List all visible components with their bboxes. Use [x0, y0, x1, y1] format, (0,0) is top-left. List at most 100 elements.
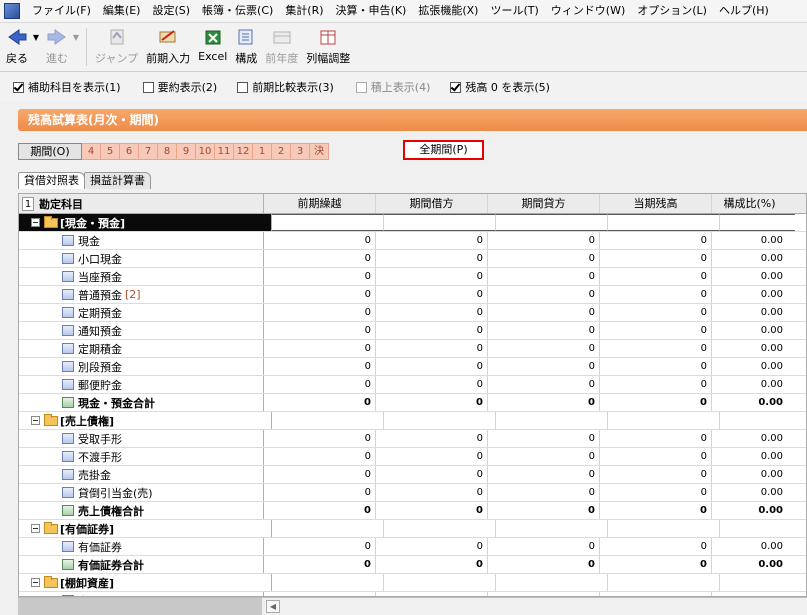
scroll-left-icon[interactable]: ◀	[266, 600, 280, 613]
table-row[interactable]: 不渡手形 0 0 0 0 0.00	[19, 448, 806, 466]
opening-balance-cell[interactable]: 0	[264, 322, 376, 339]
option-checkbox[interactable]: 要約表示(2)	[142, 79, 217, 95]
account-name-cell[interactable]: 普通預金 [2]	[19, 286, 264, 303]
period-debit-cell[interactable]: 0	[376, 250, 488, 267]
column-width-button[interactable]: 列幅調整	[302, 23, 354, 67]
forward-button[interactable]: 進む	[42, 23, 72, 67]
opening-balance-cell[interactable]: 0	[264, 304, 376, 321]
menu-item[interactable]: 拡張機能(X)	[412, 0, 484, 22]
period-credit-cell[interactable]: 0	[488, 430, 600, 447]
current-balance-cell[interactable]: 0	[600, 268, 712, 285]
option-checkbox[interactable]: 補助科目を表示(1)	[13, 79, 121, 95]
table-row[interactable]: 有価証券 0 0 0 0 0.00	[19, 538, 806, 556]
period-credit-cell[interactable]: 0	[488, 448, 600, 465]
period-credit-cell[interactable]: 0	[488, 322, 600, 339]
ratio-cell[interactable]: 0.00	[712, 556, 787, 573]
checkbox-checked-icon[interactable]	[13, 81, 24, 93]
current-balance-cell[interactable]: 0	[600, 430, 712, 447]
account-name-cell[interactable]: 通知預金	[19, 322, 264, 339]
checkbox-unchecked-icon[interactable]	[237, 81, 249, 93]
table-row[interactable]: 定期積金 0 0 0 0 0.00	[19, 340, 806, 358]
account-name-cell[interactable]: [棚卸資産]	[19, 574, 272, 591]
current-balance-cell[interactable]: 0	[600, 340, 712, 357]
period-debit-cell[interactable]	[384, 412, 496, 429]
ratio-cell[interactable]: 0.00	[712, 394, 787, 411]
period-credit-cell[interactable]: 0	[488, 484, 600, 501]
ratio-cell[interactable]: 0.00	[712, 484, 787, 501]
current-balance-cell[interactable]: 0	[600, 304, 712, 321]
current-balance-cell[interactable]: 0	[600, 358, 712, 375]
account-name-cell[interactable]: 貸倒引当金(売)	[19, 484, 264, 501]
period-credit-cell[interactable]: 0	[488, 250, 600, 267]
account-name-cell[interactable]: 郵便貯金	[19, 376, 264, 393]
opening-balance-cell[interactable]: 0	[264, 268, 376, 285]
account-name-cell[interactable]: 定期積金	[19, 340, 264, 357]
period-credit-cell[interactable]: 0	[488, 358, 600, 375]
column-index[interactable]: 1	[22, 196, 34, 211]
ratio-cell[interactable]: 0.00	[712, 466, 787, 483]
full-period-button[interactable]: 全期間(P)	[403, 140, 484, 160]
period-credit-cell[interactable]: 0	[488, 340, 600, 357]
period-credit-cell[interactable]: 0	[488, 304, 600, 321]
period-month[interactable]: 4	[82, 143, 101, 160]
period-credit-cell[interactable]: 0	[488, 466, 600, 483]
tab-balance-sheet[interactable]: 貸借対照表	[18, 172, 85, 189]
period-credit-cell[interactable]: 0	[488, 556, 600, 573]
current-balance-cell[interactable]: 0	[600, 448, 712, 465]
table-row[interactable]: 別段預金 0 0 0 0 0.00	[19, 358, 806, 376]
ratio-cell[interactable]: 0.00	[712, 304, 787, 321]
table-row[interactable]: [売上債権]	[19, 412, 806, 430]
ratio-cell[interactable]: 0.00	[712, 232, 787, 249]
menu-item[interactable]: 決算・申告(K)	[330, 0, 413, 22]
period-month[interactable]: 決	[310, 143, 329, 160]
account-name-cell[interactable]: 有価証券	[19, 538, 264, 555]
period-month[interactable]: 2	[272, 143, 291, 160]
prev-year-button[interactable]: 前年度	[261, 23, 302, 67]
ratio-cell[interactable]: 0.00	[712, 286, 787, 303]
opening-balance-cell[interactable]: 0	[264, 358, 376, 375]
period-button[interactable]: 期間(O)	[18, 143, 82, 160]
ratio-cell[interactable]	[720, 574, 795, 591]
menu-item[interactable]: 設定(S)	[146, 0, 196, 22]
header-ratio[interactable]: 構成比(%)	[712, 194, 787, 213]
ratio-cell[interactable]: 0.00	[712, 322, 787, 339]
ratio-cell[interactable]: 0.00	[712, 448, 787, 465]
account-name-cell[interactable]: 売掛金	[19, 466, 264, 483]
period-month[interactable]: 3	[291, 143, 310, 160]
opening-balance-cell[interactable]: 0	[264, 484, 376, 501]
scroll-track[interactable]	[18, 598, 262, 615]
account-name-cell[interactable]: 受取手形	[19, 430, 264, 447]
account-name-cell[interactable]: 有価証券合計	[19, 556, 264, 573]
period-debit-cell[interactable]: 0	[376, 556, 488, 573]
header-current-balance[interactable]: 当期残高	[600, 194, 712, 213]
period-debit-cell[interactable]: 0	[376, 394, 488, 411]
table-row[interactable]: 定期預金 0 0 0 0 0.00	[19, 304, 806, 322]
opening-input-button[interactable]: 前期入力	[142, 23, 194, 67]
period-month[interactable]: 6	[120, 143, 139, 160]
opening-balance-cell[interactable]: 0	[264, 466, 376, 483]
period-credit-cell[interactable]: 0	[488, 502, 600, 519]
table-row[interactable]: 現金・預金合計 0 0 0 0 0.00	[19, 394, 806, 412]
account-name-cell[interactable]: 当座預金	[19, 268, 264, 285]
collapse-icon[interactable]	[31, 524, 40, 533]
opening-balance-cell[interactable]: 0	[264, 232, 376, 249]
period-month[interactable]: 10	[196, 143, 215, 160]
menu-item[interactable]: ファイル(F)	[26, 0, 97, 22]
account-name-cell[interactable]: 定期預金	[19, 304, 264, 321]
forward-dropdown[interactable]: ▼	[72, 23, 82, 67]
current-balance-cell[interactable]	[608, 214, 720, 231]
opening-balance-cell[interactable]: 0	[264, 286, 376, 303]
period-credit-cell[interactable]: 0	[488, 268, 600, 285]
table-row[interactable]: [棚卸資産]	[19, 574, 806, 592]
current-balance-cell[interactable]: 0	[600, 232, 712, 249]
ratio-cell[interactable]: 0.00	[712, 502, 787, 519]
opening-balance-cell[interactable]: 0	[264, 502, 376, 519]
menu-item[interactable]: ヘルプ(H)	[713, 0, 775, 22]
current-balance-cell[interactable]: 0	[600, 538, 712, 555]
table-row[interactable]: 現金 0 0 0 0 0.00	[19, 232, 806, 250]
table-row[interactable]: 普通預金 [2] 0 0 0 0 0.00	[19, 286, 806, 304]
period-credit-cell[interactable]: 0	[488, 286, 600, 303]
ratio-cell[interactable]: 0.00	[712, 250, 787, 267]
menu-item[interactable]: ツール(T)	[484, 0, 544, 22]
ratio-cell[interactable]: 0.00	[712, 430, 787, 447]
